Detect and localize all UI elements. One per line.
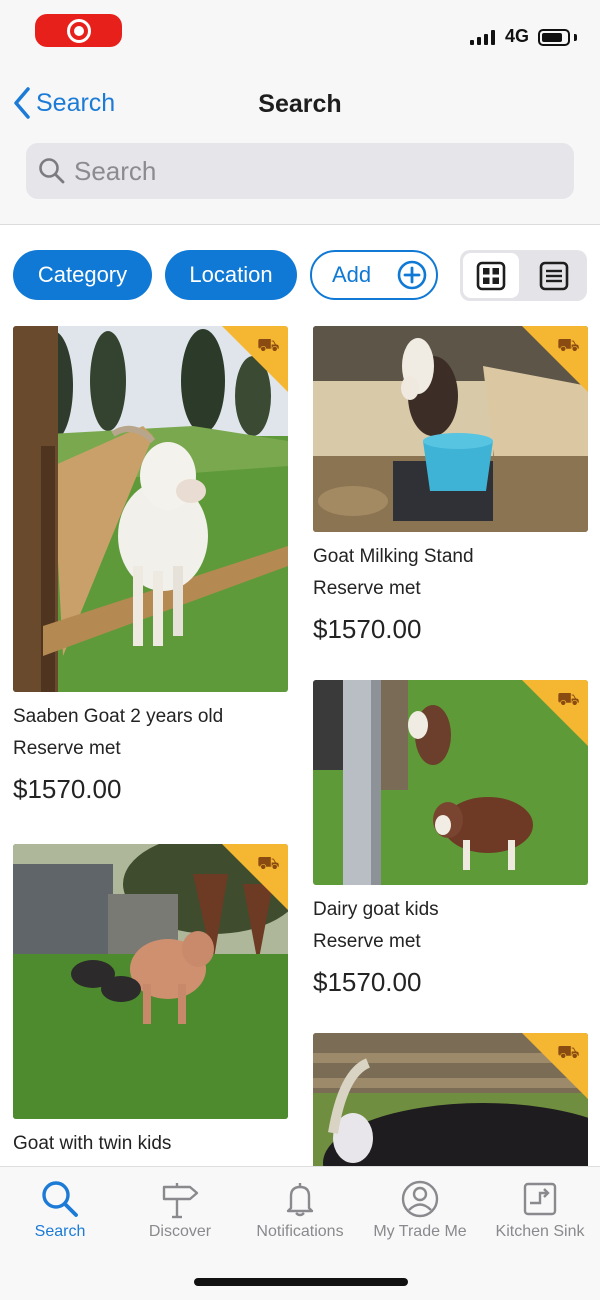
page-title: Search: [258, 90, 342, 118]
listing-reserve-status: Reserve met: [313, 931, 421, 952]
listing-photo: ⛟: [313, 680, 588, 885]
record-icon: [66, 18, 91, 43]
listing-photo: ⛟: [313, 326, 588, 532]
filter-bar: Category Location Add: [13, 250, 588, 302]
auction-badge-icon: ⛟: [522, 326, 588, 392]
listing-card[interactable]: ⛟: [313, 1033, 588, 1166]
location-filter-label: Location: [189, 262, 273, 287]
search-bar[interactable]: [26, 143, 574, 199]
tab-label: Kitchen Sink: [495, 1223, 585, 1240]
search-icon: [39, 158, 65, 184]
tab-discover[interactable]: Discover: [120, 1179, 240, 1241]
view-mode-toggle: [460, 250, 587, 301]
listing-photo: ⛟: [313, 1033, 588, 1166]
tab-kitchen-sink[interactable]: Kitchen Sink: [480, 1179, 600, 1241]
category-filter-button[interactable]: Category: [13, 250, 152, 300]
navigation-bar: Search Search: [0, 70, 600, 225]
svg-text:⛟: ⛟: [557, 335, 580, 356]
bell-icon: [286, 1183, 314, 1217]
auction-badge-icon: ⛟: [522, 1033, 588, 1099]
listing-card[interactable]: ⛟ Dairy goat kids Reserve met $1570.00: [313, 680, 588, 998]
listing-title: Dairy goat kids: [313, 899, 439, 920]
tab-notifications[interactable]: Notifications: [240, 1179, 360, 1241]
profile-icon: [401, 1180, 439, 1218]
svg-text:⛟: ⛟: [557, 1042, 580, 1063]
category-filter-label: Category: [37, 262, 128, 287]
cellular-signal-icon: [470, 30, 495, 45]
svg-text:⛟: ⛟: [257, 853, 280, 874]
svg-text:⛟: ⛟: [257, 335, 280, 356]
listing-title: Goat with twin kids: [13, 1133, 172, 1154]
tab-label: My Trade Me: [373, 1223, 467, 1240]
plus-circle-icon: [397, 260, 427, 290]
tab-label: Notifications: [256, 1223, 344, 1240]
listing-photo: ⛟: [13, 844, 288, 1119]
listing-title: Saaben Goat 2 years old: [13, 706, 224, 727]
search-input[interactable]: [74, 155, 554, 187]
kitchen-sink-icon: [523, 1182, 557, 1216]
location-filter-button[interactable]: Location: [165, 250, 297, 300]
battery-cap: [574, 34, 577, 41]
status-bar: 4G: [0, 0, 600, 70]
home-indicator[interactable]: [194, 1278, 408, 1286]
listing-price: $1570.00: [313, 967, 422, 997]
listing-price: $1570.00: [313, 614, 422, 644]
tab-label: Search: [34, 1223, 86, 1240]
list-view-button[interactable]: [526, 253, 582, 298]
tab-search[interactable]: Search: [0, 1179, 120, 1241]
list-view-icon: [539, 261, 569, 290]
tab-my-trade-me[interactable]: My Trade Me: [360, 1179, 480, 1241]
auction-badge-icon: ⛟: [222, 326, 288, 392]
svg-text:⛟: ⛟: [557, 689, 580, 710]
listing-card[interactable]: ⛟ Goat Milking Stand Reserve met $1570.0…: [313, 326, 588, 645]
add-filter-button[interactable]: Add: [310, 250, 438, 300]
listing-card[interactable]: ⛟ Goat with twin kids: [13, 844, 288, 1155]
network-type: 4G: [505, 26, 530, 46]
signpost-icon: [162, 1183, 199, 1219]
auction-badge-icon: ⛟: [222, 844, 288, 910]
listing-card[interactable]: ⛟ Saaben Goat 2 years old Reserve met $1…: [13, 326, 288, 805]
tab-bar: Search Discover Notifications My Trade M…: [0, 1166, 600, 1300]
listing-grid[interactable]: ⛟ Saaben Goat 2 years old Reserve met $1…: [0, 326, 600, 1166]
listing-photo: ⛟: [13, 326, 288, 692]
battery-icon: [538, 29, 570, 46]
auction-badge-icon: ⛟: [522, 680, 588, 746]
screen-recording-indicator[interactable]: [35, 14, 122, 47]
grid-view-icon: [476, 261, 506, 290]
grid-view-button[interactable]: [463, 253, 519, 298]
listing-reserve-status: Reserve met: [313, 578, 421, 599]
add-filter-label: Add: [332, 262, 372, 287]
listing-price: $1570.00: [13, 774, 122, 804]
listing-title: Goat Milking Stand: [313, 546, 474, 567]
search-icon: [42, 1181, 78, 1217]
listing-reserve-status: Reserve met: [13, 738, 121, 759]
tab-label: Discover: [148, 1223, 212, 1240]
